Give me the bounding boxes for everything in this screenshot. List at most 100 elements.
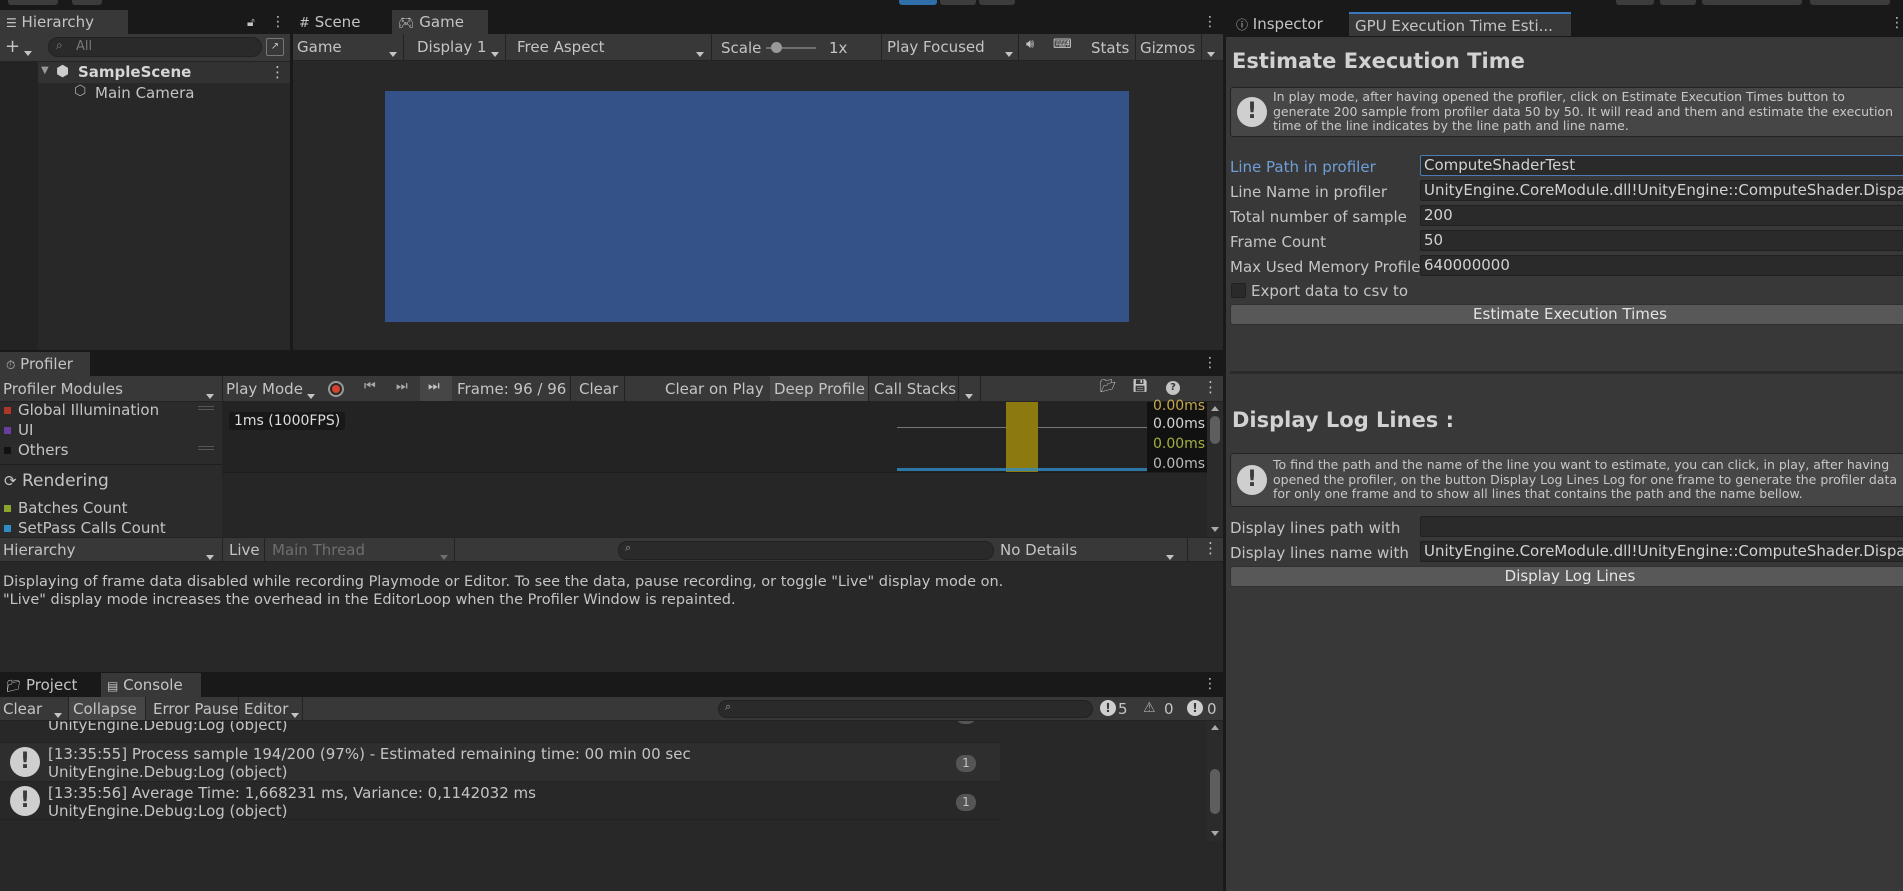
display-log-lines-button[interactable]: Display Log Lines (1230, 566, 1903, 587)
step-button[interactable] (979, 0, 1015, 5)
scroll-down-icon[interactable] (1211, 831, 1219, 836)
chevron-down-icon[interactable] (389, 45, 397, 63)
target-dropdown[interactable]: Play Mode (226, 378, 303, 400)
info-count-icon[interactable]: ! (1100, 700, 1116, 716)
scene-menu-icon[interactable]: ⋮ (270, 63, 285, 81)
console-search-input[interactable]: ⌕ (718, 700, 1093, 718)
max-memory-input[interactable]: 640000000 (1420, 255, 1903, 276)
legend-swatch[interactable] (4, 505, 11, 512)
details-menu-icon[interactable]: ⋮ (1203, 539, 1218, 557)
profiler-clear-button[interactable]: Clear (579, 378, 618, 400)
thread-dropdown[interactable]: Main Thread (272, 539, 365, 561)
cloud-button[interactable] (72, 0, 102, 5)
chevron-down-icon[interactable] (696, 45, 704, 63)
chevron-down-icon[interactable] (440, 548, 448, 566)
game-mode-dropdown[interactable]: Game (297, 36, 342, 58)
chevron-down-icon[interactable] (1005, 45, 1013, 63)
scroll-thumb[interactable] (1210, 769, 1220, 814)
error-count-icon[interactable]: ! (1187, 700, 1203, 716)
tab-scene[interactable]: # Scene (293, 10, 389, 34)
log-row[interactable]: UnityEngine.Debug:Log (object) 1 (0, 721, 1000, 742)
scale-slider-thumb[interactable] (771, 42, 782, 53)
rendering-chart[interactable] (222, 473, 1207, 537)
rendering-module-title[interactable]: Rendering (22, 471, 109, 491)
scroll-up-icon[interactable] (1211, 406, 1219, 411)
display-dropdown[interactable]: Display 1 (417, 36, 487, 58)
profiler-modules-dropdown[interactable]: Profiler Modules (3, 378, 123, 400)
hierarchy-search-input[interactable]: ⌕ All (48, 37, 262, 57)
legend-swatch[interactable] (4, 525, 11, 532)
tab-console[interactable]: ▤ Console (101, 673, 201, 697)
search-button[interactable] (1616, 0, 1654, 5)
clear-on-play-button[interactable]: Clear on Play (665, 378, 764, 400)
pause-button[interactable] (940, 0, 976, 5)
legend-swatch[interactable] (4, 447, 11, 454)
display-path-input[interactable] (1420, 516, 1903, 537)
add-icon[interactable]: + (5, 36, 20, 58)
layers-button[interactable] (1660, 0, 1696, 5)
warning-count-icon[interactable]: ⚠ (1143, 700, 1156, 716)
export-csv-checkbox[interactable] (1231, 283, 1246, 298)
layout-dropdown[interactable] (1702, 0, 1802, 5)
live-toggle[interactable]: Live (229, 539, 260, 561)
scene-row[interactable]: ▼ ⬢ SampleScene ⋮ (38, 62, 290, 83)
gizmos-button[interactable]: Gizmos (1140, 37, 1195, 59)
chevron-down-icon[interactable] (1166, 548, 1174, 566)
save-icon[interactable]: 💾︎ (1132, 379, 1149, 394)
console-menu-icon[interactable]: ⋮ (1203, 676, 1217, 692)
mute-audio-icon[interactable]: 🔊︎ (1026, 37, 1034, 52)
hierarchy-item[interactable]: ⬡ Main Camera (38, 83, 290, 104)
console-clear-button[interactable]: Clear (3, 698, 42, 720)
line-name-input[interactable]: UnityEngine.CoreModule.dll!UnityEngine::… (1420, 180, 1903, 201)
scroll-thumb[interactable] (1210, 416, 1220, 444)
display-name-input[interactable]: UnityEngine.CoreModule.dll!UnityEngine::… (1420, 541, 1903, 562)
tab-game[interactable]: 🎮︎ Game (392, 10, 488, 34)
aspect-dropdown[interactable]: Free Aspect (517, 36, 605, 58)
keyboard-icon[interactable]: ⌨ (1053, 37, 1072, 52)
profiler-toolbar-menu-icon[interactable]: ⋮ (1203, 378, 1218, 396)
current-frame-button[interactable]: ⏭ (420, 376, 452, 401)
account-button[interactable] (8, 0, 58, 5)
profiler-menu-icon[interactable]: ⋮ (1203, 355, 1217, 371)
stats-button[interactable]: Stats (1091, 37, 1129, 59)
frame-count-input[interactable]: 50 (1420, 230, 1903, 251)
expand-arrow-icon[interactable]: ▼ (41, 65, 49, 76)
view-type-dropdown[interactable]: Hierarchy (3, 539, 76, 561)
cpu-chart[interactable]: 1ms (1000FPS) 0.00ms 0.00ms 0.00ms 0.00m… (222, 398, 1207, 472)
editor-dropdown[interactable]: Editor (244, 698, 288, 720)
play-focus-dropdown[interactable]: Play Focused (887, 36, 985, 58)
next-frame-icon[interactable]: ⏭ (396, 379, 408, 394)
gizmos-dropdown-icon[interactable] (1207, 45, 1215, 63)
record-button[interactable] (328, 381, 344, 397)
layout-button[interactable] (1810, 0, 1890, 5)
legend-swatch[interactable] (4, 427, 11, 434)
load-icon[interactable]: 📂︎ (1100, 379, 1117, 394)
tab-hierarchy[interactable]: ☰ Hierarchy (0, 10, 128, 34)
tab-profiler[interactable]: ⏱ Profiler (0, 352, 90, 376)
chevron-down-icon[interactable] (491, 45, 499, 63)
hierarchy-menu-icon[interactable]: ⋮ (271, 14, 285, 30)
console-scrollbar[interactable] (1207, 721, 1223, 841)
scroll-down-icon[interactable] (1211, 527, 1219, 532)
call-stacks-button[interactable]: Call Stacks (874, 378, 956, 400)
details-search-input[interactable]: ⌕ (618, 541, 994, 560)
prev-frame-icon[interactable]: ⏮ (364, 379, 376, 394)
log-row[interactable]: ! [13:35:55] Process sample 194/200 (97%… (0, 742, 1000, 781)
log-row[interactable]: ! [13:35:56] Average Time: 1,668231 ms, … (0, 781, 1000, 820)
drag-handle[interactable] (198, 446, 214, 447)
game-menu-icon[interactable]: ⋮ (1203, 14, 1217, 30)
play-button[interactable] (899, 0, 937, 5)
sample-count-input[interactable]: 200 (1420, 205, 1903, 226)
scene-visibility-icon[interactable]: ↗ (266, 38, 284, 56)
legend-swatch[interactable] (4, 407, 11, 414)
estimate-execution-times-button[interactable]: Estimate Execution Times (1230, 304, 1903, 325)
chevron-down-icon[interactable] (206, 548, 214, 566)
inspector-menu-icon[interactable]: ⋮ (1890, 15, 1903, 31)
line-path-input[interactable]: ComputeShaderTest (1420, 155, 1903, 176)
error-pause-button[interactable]: Error Pause (153, 698, 238, 720)
details-dropdown[interactable]: No Details (1000, 539, 1077, 561)
lock-icon[interactable]: 🔓︎ (247, 15, 255, 30)
drag-handle[interactable] (198, 406, 214, 407)
game-viewport[interactable] (385, 91, 1129, 322)
tab-gpu-estimator[interactable]: GPU Execution Time Esti... (1349, 12, 1571, 36)
